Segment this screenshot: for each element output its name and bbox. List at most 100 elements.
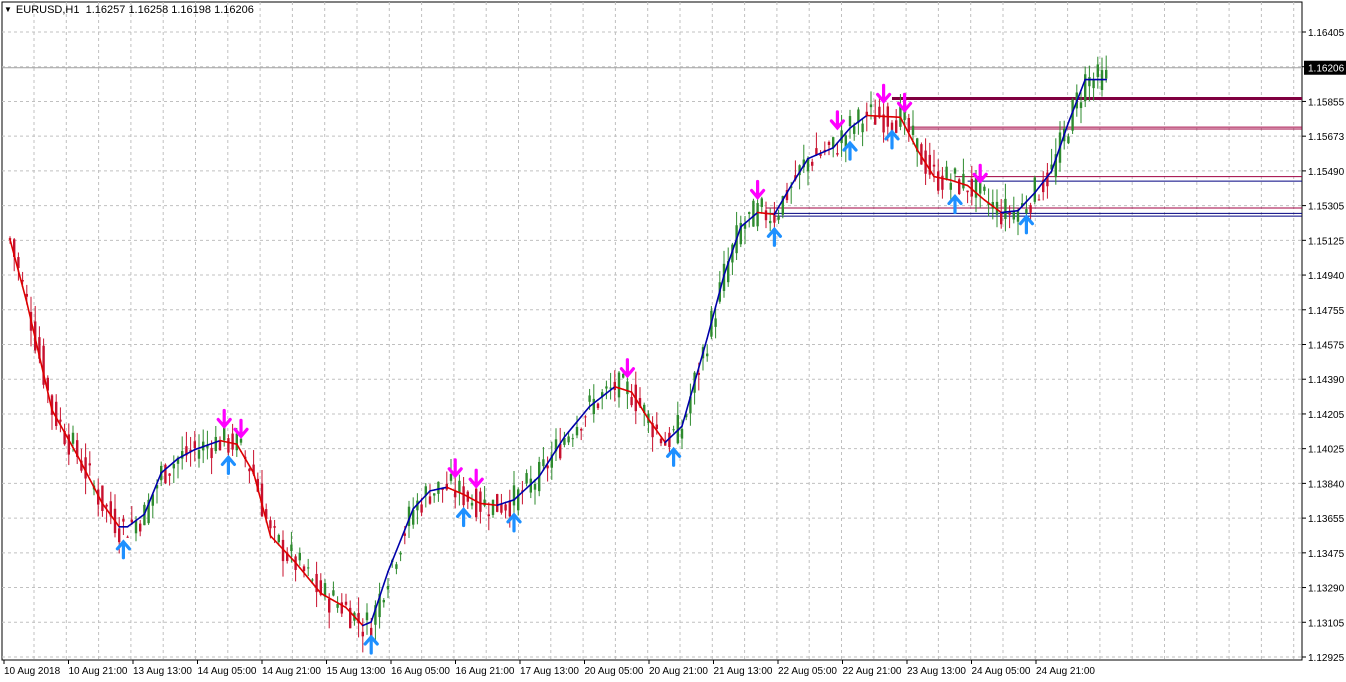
trend-indicator: [9, 78, 1107, 627]
trend-segment: [786, 184, 793, 194]
candle-body: [496, 494, 499, 512]
candle: [533, 478, 537, 505]
candle: [197, 434, 201, 468]
candle: [76, 432, 79, 465]
collapse-triangle-icon[interactable]: ▼: [4, 5, 12, 14]
candle-body: [214, 436, 217, 452]
price-chart-canvas[interactable]: 1.164051.160401.158551.156731.154901.153…: [0, 0, 1346, 682]
x-tick-label: 20 Aug 21:00: [649, 666, 708, 677]
candle: [571, 433, 574, 447]
candle: [609, 372, 612, 400]
candle: [496, 493, 499, 513]
candle-body: [437, 481, 440, 494]
candle: [861, 119, 864, 147]
candle-body: [500, 503, 503, 513]
y-tick-label: 1.13655: [1308, 514, 1345, 525]
candle: [491, 499, 495, 518]
candle: [67, 423, 70, 466]
trend-segment: [790, 178, 797, 187]
candle: [332, 581, 335, 597]
trend-segment: [244, 457, 251, 467]
x-tick-label: 24 Aug 05:00: [972, 666, 1031, 677]
candle: [248, 467, 251, 484]
candle: [580, 427, 583, 441]
candle-body: [475, 488, 478, 518]
candle-body: [764, 210, 768, 221]
candles: [8, 55, 1108, 653]
candle-body: [937, 171, 940, 191]
trend-segment: [269, 534, 276, 542]
candle-body: [269, 520, 272, 529]
candle-body: [911, 125, 915, 136]
candle: [126, 535, 129, 538]
candle-body: [218, 441, 222, 451]
candle-body: [848, 116, 852, 127]
candle: [601, 389, 604, 410]
x-tick-label: 10 Aug 2018: [4, 666, 61, 677]
candle: [307, 558, 310, 577]
trend-segment: [420, 494, 427, 501]
trend-segment: [571, 420, 578, 428]
candle: [802, 144, 805, 173]
candle: [798, 164, 801, 190]
candle-body: [592, 398, 595, 415]
candle: [466, 490, 469, 509]
trend-segment: [76, 454, 83, 464]
candle-body: [386, 586, 390, 590]
x-tick-label: 14 Aug 05:00: [198, 666, 257, 677]
candle-body: [1096, 64, 1099, 78]
candle-body: [533, 484, 537, 490]
x-tick-label: 15 Aug 13:00: [327, 666, 386, 677]
candle-body: [470, 502, 474, 506]
candle: [223, 426, 226, 447]
candle: [231, 423, 234, 456]
candle: [428, 484, 432, 505]
candle: [542, 447, 545, 470]
candle-body: [504, 504, 507, 511]
candle: [479, 487, 482, 524]
x-tick-label: 24 Aug 21:00: [1036, 666, 1095, 677]
candle-body: [617, 372, 621, 398]
candle-body: [105, 504, 108, 507]
symbol-header: ▼ EURUSD,H1 1.16257 1.16258 1.16198 1.162…: [4, 4, 254, 16]
trend-segment: [979, 195, 986, 201]
candle-body: [298, 552, 301, 561]
candle-body: [395, 564, 398, 569]
trend-segment: [844, 127, 851, 134]
trend-segment: [59, 424, 66, 434]
candle: [676, 401, 679, 445]
candle-body: [949, 182, 952, 190]
candle: [454, 476, 457, 509]
candle: [512, 471, 516, 517]
trend-segment: [17, 270, 24, 288]
candle: [437, 481, 440, 502]
candle-body: [580, 429, 583, 431]
candle-body: [512, 485, 516, 506]
candle-body: [584, 416, 587, 418]
chart-window[interactable]: 1.164051.160401.158551.156731.154901.153…: [0, 0, 1346, 682]
candle: [1042, 171, 1045, 201]
trend-segment: [521, 487, 528, 493]
trend-segment: [25, 301, 32, 322]
candle-body: [336, 604, 339, 608]
candle-body: [630, 396, 633, 406]
candle: [470, 494, 474, 510]
candle-body: [311, 579, 314, 581]
trend-segment: [584, 405, 591, 413]
candle-body: [88, 463, 91, 466]
candle-body: [777, 215, 780, 220]
candle-body: [752, 200, 755, 227]
candle: [172, 455, 175, 484]
y-tick-label: 1.15673: [1308, 132, 1345, 143]
candle: [59, 407, 62, 433]
candle-body: [122, 518, 125, 522]
candle: [752, 198, 755, 227]
candle-body: [1025, 209, 1028, 214]
candle-body: [932, 164, 936, 167]
candle: [281, 530, 285, 577]
candle-body: [895, 120, 898, 133]
trend-segment: [1025, 196, 1032, 203]
candle: [1096, 56, 1099, 89]
candle: [357, 597, 360, 638]
candle: [991, 189, 994, 220]
